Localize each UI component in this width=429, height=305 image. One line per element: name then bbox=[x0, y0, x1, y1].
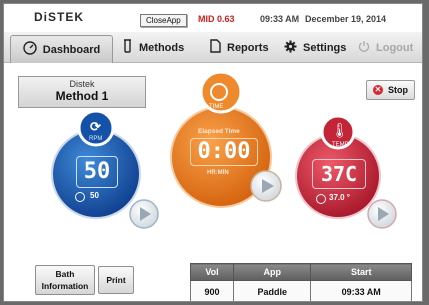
flask-icon bbox=[122, 39, 133, 56]
stop-button[interactable]: ✕ Stop bbox=[366, 80, 415, 100]
col-start: Start bbox=[310, 263, 412, 281]
tab-reports-label: Reports bbox=[227, 41, 269, 54]
cell-vol: 900 bbox=[190, 280, 234, 301]
method-panel: Distek Method 1 bbox=[18, 76, 146, 108]
timer-title: Elapsed Time bbox=[198, 128, 240, 135]
bath-line1: Bath bbox=[55, 269, 75, 279]
top-bar: DiSTEK CloseApp MID 0.63 09:33 AM Decemb… bbox=[4, 4, 422, 30]
clock-time: 09:33 AM bbox=[260, 14, 300, 24]
tab-dashboard[interactable]: Dashboard bbox=[10, 35, 113, 63]
cell-start: 09:33 AM bbox=[310, 280, 412, 301]
document-icon bbox=[210, 39, 221, 56]
timer-value: 0:00 bbox=[190, 138, 258, 166]
timer-label: TIME bbox=[209, 104, 224, 110]
cell-app: Paddle bbox=[232, 280, 312, 301]
run-info-table: Vol App Start 900 Paddle 09:33 AM bbox=[190, 263, 412, 301]
rpm-play-button[interactable] bbox=[130, 200, 158, 228]
tab-settings[interactable]: Settings bbox=[284, 36, 346, 59]
mid-indicator: MID 0.63 bbox=[198, 14, 235, 24]
temp-value: 37C bbox=[312, 159, 366, 189]
temp-setpoint-icon bbox=[316, 194, 326, 204]
method-name: Method 1 bbox=[55, 89, 109, 103]
tab-dashboard-label: Dashboard bbox=[42, 43, 101, 56]
gear-icon bbox=[284, 40, 297, 56]
stop-label: Stop bbox=[388, 85, 408, 95]
print-button[interactable]: Print bbox=[98, 266, 134, 294]
rpm-value: 50 bbox=[76, 156, 118, 188]
rpm-setpoint: 50 bbox=[90, 191, 99, 200]
clock-date: December 19, 2014 bbox=[305, 14, 387, 24]
table-header-row: Vol App Start bbox=[190, 263, 412, 281]
tab-methods-label: Methods bbox=[139, 41, 185, 54]
temp-setpoint: 37.0 ° bbox=[329, 193, 350, 202]
gauge-icon bbox=[23, 41, 37, 58]
close-app-button[interactable]: CloseApp bbox=[140, 14, 187, 27]
table-row: 900 Paddle 09:33 AM bbox=[190, 280, 412, 301]
app-window: DiSTEK CloseApp MID 0.63 09:33 AM Decemb… bbox=[3, 3, 423, 302]
distek-logo: DiSTEK bbox=[34, 10, 85, 24]
clock-icon bbox=[210, 83, 228, 101]
temp-label: TEMP bbox=[332, 142, 349, 148]
rpm-label: RPM bbox=[89, 136, 103, 142]
power-icon bbox=[358, 40, 370, 55]
tab-logout[interactable]: Logout bbox=[358, 36, 413, 59]
col-vol: Vol bbox=[190, 263, 234, 281]
temp-play-button[interactable] bbox=[370, 200, 398, 228]
main-nav: Dashboard Methods Reports Settings Logou… bbox=[4, 32, 422, 63]
bath-line2: Information bbox=[41, 281, 89, 291]
method-line1: Distek bbox=[69, 79, 95, 89]
bath-information-button[interactable]: Bath Information bbox=[35, 265, 95, 295]
timer-unit: HR:MIN bbox=[207, 170, 229, 176]
tab-methods[interactable]: Methods bbox=[122, 36, 184, 59]
rpm-setpoint-icon bbox=[75, 192, 85, 202]
stop-icon: ✕ bbox=[373, 85, 383, 95]
refresh-icon: ⟳ bbox=[90, 119, 101, 134]
thermometer-icon: 🌡 bbox=[331, 122, 349, 138]
tab-logout-label: Logout bbox=[376, 41, 414, 54]
tab-reports[interactable]: Reports bbox=[210, 36, 269, 59]
timer-play-button[interactable] bbox=[250, 170, 282, 200]
tab-settings-label: Settings bbox=[303, 41, 347, 54]
col-app: App bbox=[232, 263, 312, 281]
